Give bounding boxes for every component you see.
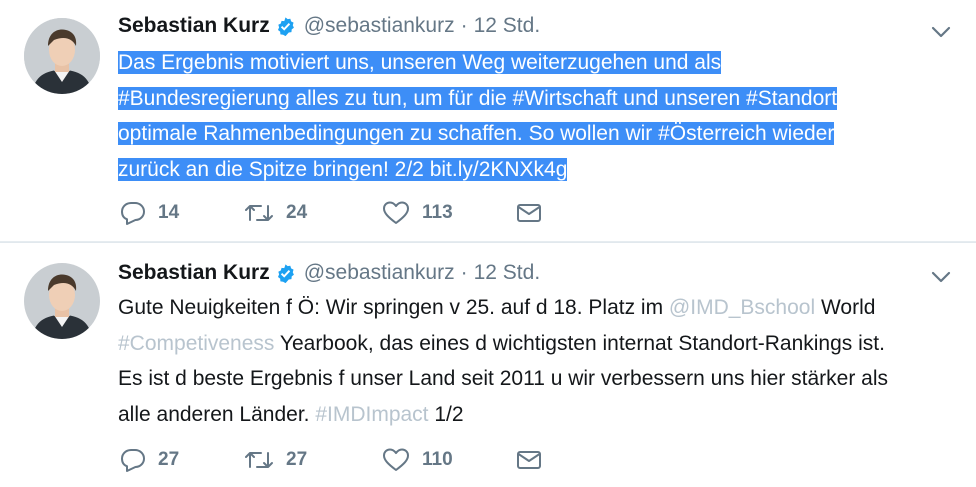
direct-message-button[interactable] (516, 449, 542, 471)
hashtag-link[interactable]: #Competiveness (118, 332, 274, 355)
tweet[interactable]: Sebastian Kurz @sebastiankurz · 12 Std. … (0, 0, 976, 242)
tweet[interactable]: Sebastian Kurz @sebastiankurz · 12 Std. … (0, 243, 976, 487)
author-name[interactable]: Sebastian Kurz (118, 14, 270, 38)
avatar[interactable] (24, 18, 100, 94)
hashtag-link[interactable]: #IMDImpact (315, 403, 428, 426)
tweet-header: Sebastian Kurz @sebastiankurz · 12 Std. (118, 14, 540, 38)
reply-button[interactable]: 27 (120, 447, 244, 473)
like-count: 113 (422, 202, 453, 223)
separator: · (460, 261, 468, 284)
like-button[interactable]: 113 (382, 200, 516, 226)
chevron-down-icon[interactable] (928, 264, 954, 290)
separator: · (460, 14, 468, 37)
tweet-text-segment: World (815, 296, 876, 319)
reply-icon (120, 200, 146, 226)
retweet-icon (244, 200, 274, 226)
tweet-text-segment: Gute Neuigkeiten f Ö: Wir springen v 25.… (118, 296, 669, 319)
like-icon (382, 200, 410, 226)
tweet-text-segment: Yearbook, das eines d wichtigsten intern… (274, 331, 885, 355)
retweet-icon (244, 447, 274, 473)
tweet-text-segment: Es ist d beste Ergebnis f unser Land sei… (118, 367, 888, 390)
tweet-text-line: Das Ergebnis motiviert uns, unseren Weg … (118, 51, 722, 74)
author-name[interactable]: Sebastian Kurz (118, 261, 270, 285)
direct-message-button[interactable] (516, 202, 542, 224)
verified-badge-icon (275, 16, 296, 37)
reply-count: 14 (158, 202, 180, 223)
direct-message-icon (516, 449, 542, 471)
like-count: 110 (422, 449, 453, 470)
tweet-text-line: #Bundesregierung alles zu tun, um für di… (118, 86, 838, 110)
retweet-button[interactable]: 27 (244, 447, 382, 473)
tweet-text: Gute Neuigkeiten f Ö: Wir springen v 25.… (118, 290, 958, 432)
tweet-text-segment: alle anderen Länder. (118, 402, 316, 426)
reply-icon (120, 447, 146, 473)
tweet-text: Das Ergebnis motiviert uns, unseren Weg … (118, 45, 958, 187)
chevron-down-icon[interactable] (928, 19, 954, 45)
like-button[interactable]: 110 (382, 447, 516, 473)
tweet-text-line: zurück an die Spitze bringen! 2/2 bit.ly… (118, 157, 568, 181)
tweet-actions: 14 24 113 (120, 200, 542, 226)
retweet-count: 27 (286, 449, 308, 470)
author-handle[interactable]: @sebastiankurz (304, 14, 455, 38)
direct-message-icon (516, 202, 542, 224)
like-icon (382, 447, 410, 473)
retweet-button[interactable]: 24 (244, 200, 382, 226)
verified-badge-icon (275, 263, 296, 284)
tweet-time[interactable]: 12 Std. (474, 261, 541, 285)
reply-count: 27 (158, 449, 180, 470)
tweet-actions: 27 27 110 (120, 447, 542, 473)
tweet-text-segment: 1/2 (428, 402, 464, 426)
tweet-text-line: optimale Rahmenbedingungen zu schaffen. … (118, 122, 835, 145)
retweet-count: 24 (286, 202, 308, 223)
author-handle[interactable]: @sebastiankurz (304, 261, 455, 285)
tweet-header: Sebastian Kurz @sebastiankurz · 12 Std. (118, 261, 540, 285)
avatar[interactable] (24, 263, 100, 339)
reply-button[interactable]: 14 (120, 200, 244, 226)
mention-link[interactable]: @IMD_Bschool (669, 296, 815, 319)
tweet-time[interactable]: 12 Std. (474, 14, 541, 38)
